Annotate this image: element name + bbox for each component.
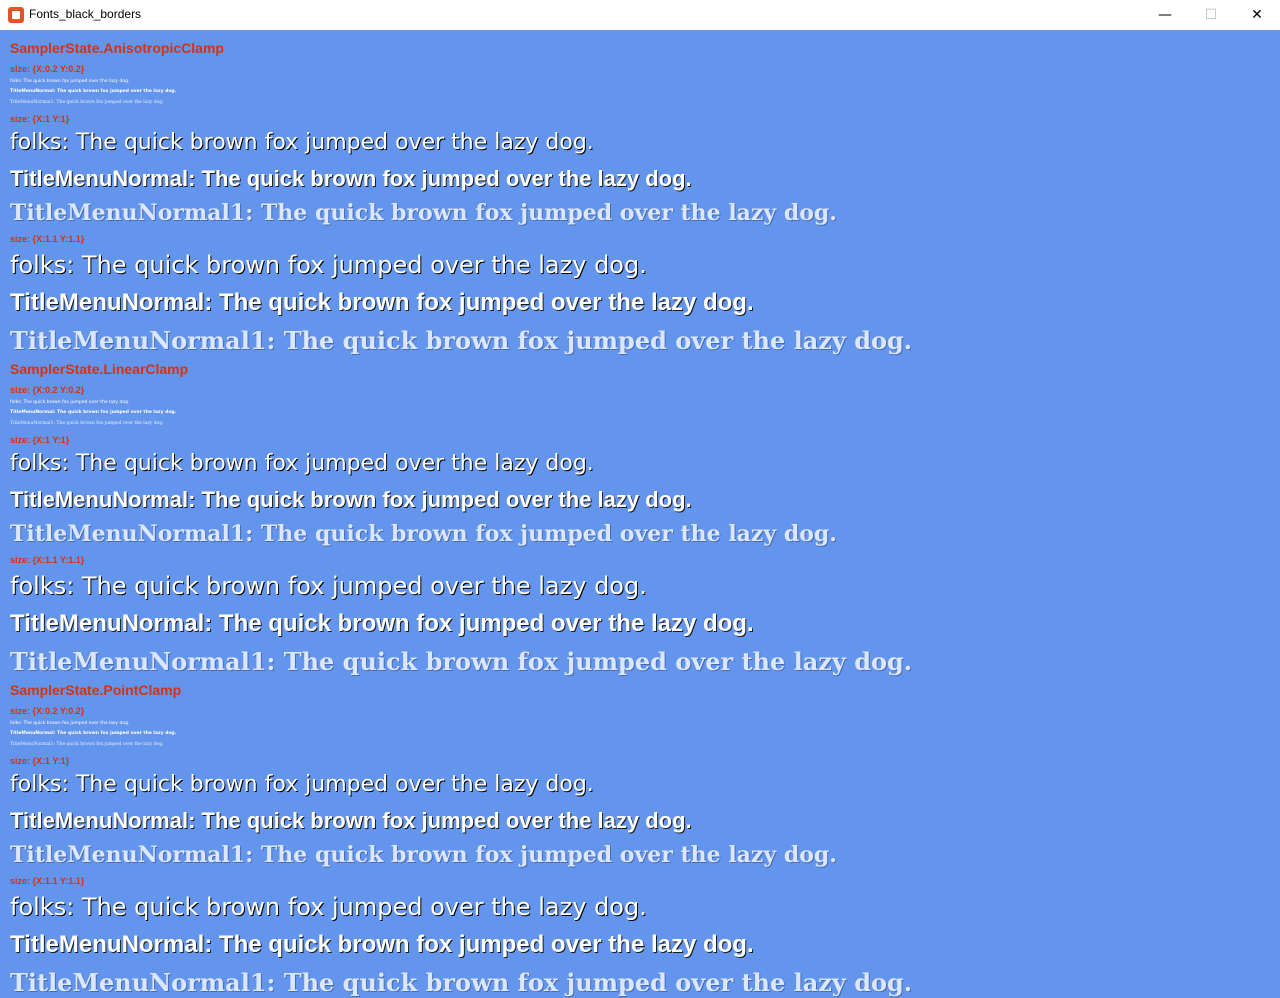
game-canvas: SamplerState.AnisotropicClamp size: {X:0… [0,30,1280,998]
size-label: size: {X:1.1 Y:1.1} [10,555,85,565]
menu-text-small: TitleMenuNormal: The quick brown fox jum… [10,89,177,94]
size-label: size: {X:0.2 Y:0.2} [10,385,85,395]
sampler-label: SamplerState.LinearClamp [10,361,189,377]
folks-text-small: folks: The quick brown fox jumped over t… [10,721,130,726]
menu-text: TitleMenuNormal: The quick brown fox jum… [10,487,692,512]
minimize-button[interactable]: — [1142,0,1188,30]
menu1-text-large: TitleMenuNormal1: The quick brown fox ju… [10,647,913,676]
title-bar: Fonts_black_borders — ☐ ✕ [0,0,1280,30]
close-button[interactable]: ✕ [1234,0,1280,30]
monogame-app-icon [8,7,24,23]
menu1-text-small: TitleMenuNormal1: The quick brown fox ju… [10,100,164,105]
maximize-button[interactable]: ☐ [1188,0,1234,30]
menu-text: TitleMenuNormal: The quick brown fox jum… [10,808,692,833]
folks-text-large: folks: The quick brown fox jumped over t… [10,893,647,921]
menu1-text-small: TitleMenuNormal1: The quick brown fox ju… [10,421,164,426]
menu-text-large: TitleMenuNormal: The quick brown fox jum… [10,610,754,637]
sampler-label: SamplerState.AnisotropicClamp [10,40,224,56]
folks-text-small: folks: The quick brown fox jumped over t… [10,79,130,84]
folks-text: folks: The quick brown fox jumped over t… [10,772,594,797]
size-label: size: {X:0.2 Y:0.2} [10,706,85,716]
folks-text-large: folks: The quick brown fox jumped over t… [10,251,647,279]
menu-text-small: TitleMenuNormal: The quick brown fox jum… [10,410,177,415]
size-label: size: {X:1.1 Y:1.1} [10,234,85,244]
menu-text-large: TitleMenuNormal: The quick brown fox jum… [10,931,754,958]
size-label: size: {X:1 Y:1} [10,435,70,445]
window-title: Fonts_black_borders [29,7,142,21]
size-label: size: {X:1 Y:1} [10,756,70,766]
menu-text-large: TitleMenuNormal: The quick brown fox jum… [10,289,754,316]
menu1-text-large: TitleMenuNormal1: The quick brown fox ju… [10,968,913,997]
folks-text-small: folks: The quick brown fox jumped over t… [10,400,130,405]
folks-text: folks: The quick brown fox jumped over t… [10,130,594,155]
size-label: size: {X:1.1 Y:1.1} [10,876,85,886]
folks-text-large: folks: The quick brown fox jumped over t… [10,572,647,600]
menu-text-small: TitleMenuNormal: The quick brown fox jum… [10,731,177,736]
menu1-text-small: TitleMenuNormal1: The quick brown fox ju… [10,742,164,747]
menu1-text-large: TitleMenuNormal1: The quick brown fox ju… [10,326,913,355]
menu1-text: TitleMenuNormal1: The quick brown fox ju… [10,521,837,547]
size-label: size: {X:0.2 Y:0.2} [10,64,85,74]
menu1-text: TitleMenuNormal1: The quick brown fox ju… [10,200,837,226]
folks-text: folks: The quick brown fox jumped over t… [10,451,594,476]
menu-text: TitleMenuNormal: The quick brown fox jum… [10,166,692,191]
sampler-label: SamplerState.PointClamp [10,682,182,698]
size-label: size: {X:1 Y:1} [10,114,70,124]
menu1-text: TitleMenuNormal1: The quick brown fox ju… [10,842,837,868]
